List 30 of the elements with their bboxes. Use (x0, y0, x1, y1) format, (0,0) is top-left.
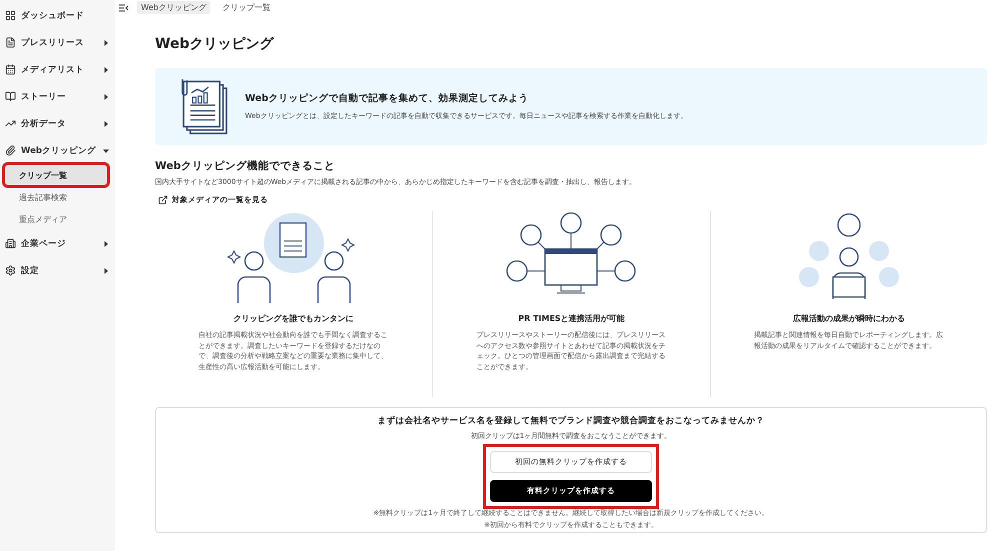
cta-title: まずは会社名やサービス名を登録して無料でブランド調査や競合調査をおこなってみませんか？ (378, 415, 764, 427)
feature-title: PR TIMESと連携活用が可能 (518, 313, 625, 324)
feature-title: クリッピングを誰でもカンタンに (234, 313, 354, 324)
sidebar-item[interactable]: 設定 (0, 257, 115, 284)
sidebar-item[interactable]: メディアリスト (0, 56, 115, 83)
collapse-menu-icon[interactable] (119, 4, 129, 12)
trend-line-icon (5, 118, 16, 129)
grid-icon (5, 10, 16, 21)
book-icon (5, 91, 16, 102)
breadcrumb-link[interactable]: クリップ一覧 (218, 1, 274, 14)
sidebar-item[interactable]: Webクリッピング (0, 137, 115, 164)
banner-title: Webクリッピングで自動で記事を集めて、効果測定してみよう (245, 92, 530, 105)
sidebar-subitem[interactable]: クリップ一覧 (5, 165, 107, 185)
sidebar-item[interactable]: ストーリー (0, 83, 115, 110)
document-icon (5, 37, 16, 48)
sidebar-subitem[interactable]: 重点メディア (5, 209, 107, 229)
feature-title: 広報活動の成果が瞬時にわかる (792, 313, 905, 324)
settings-icon (5, 265, 16, 276)
sidebar-subitem[interactable]: 過去記事検索 (5, 187, 107, 207)
sidebar-item[interactable]: プレスリリース (0, 29, 115, 56)
breadcrumb-link[interactable]: Webクリッピング (137, 1, 210, 14)
sidebar-item[interactable]: 分析データ (0, 110, 115, 137)
section-title: Webクリッピング機能でできること (155, 159, 336, 173)
sidebar-item[interactable]: 企業ページ (0, 230, 115, 257)
external-link-icon (158, 195, 168, 205)
paperclip-icon (5, 145, 16, 156)
calendar-icon (5, 64, 16, 75)
sidebar-item[interactable]: ダッシュボード (0, 2, 115, 29)
building-icon (5, 238, 16, 249)
page-title: Webクリッピング (155, 35, 275, 53)
